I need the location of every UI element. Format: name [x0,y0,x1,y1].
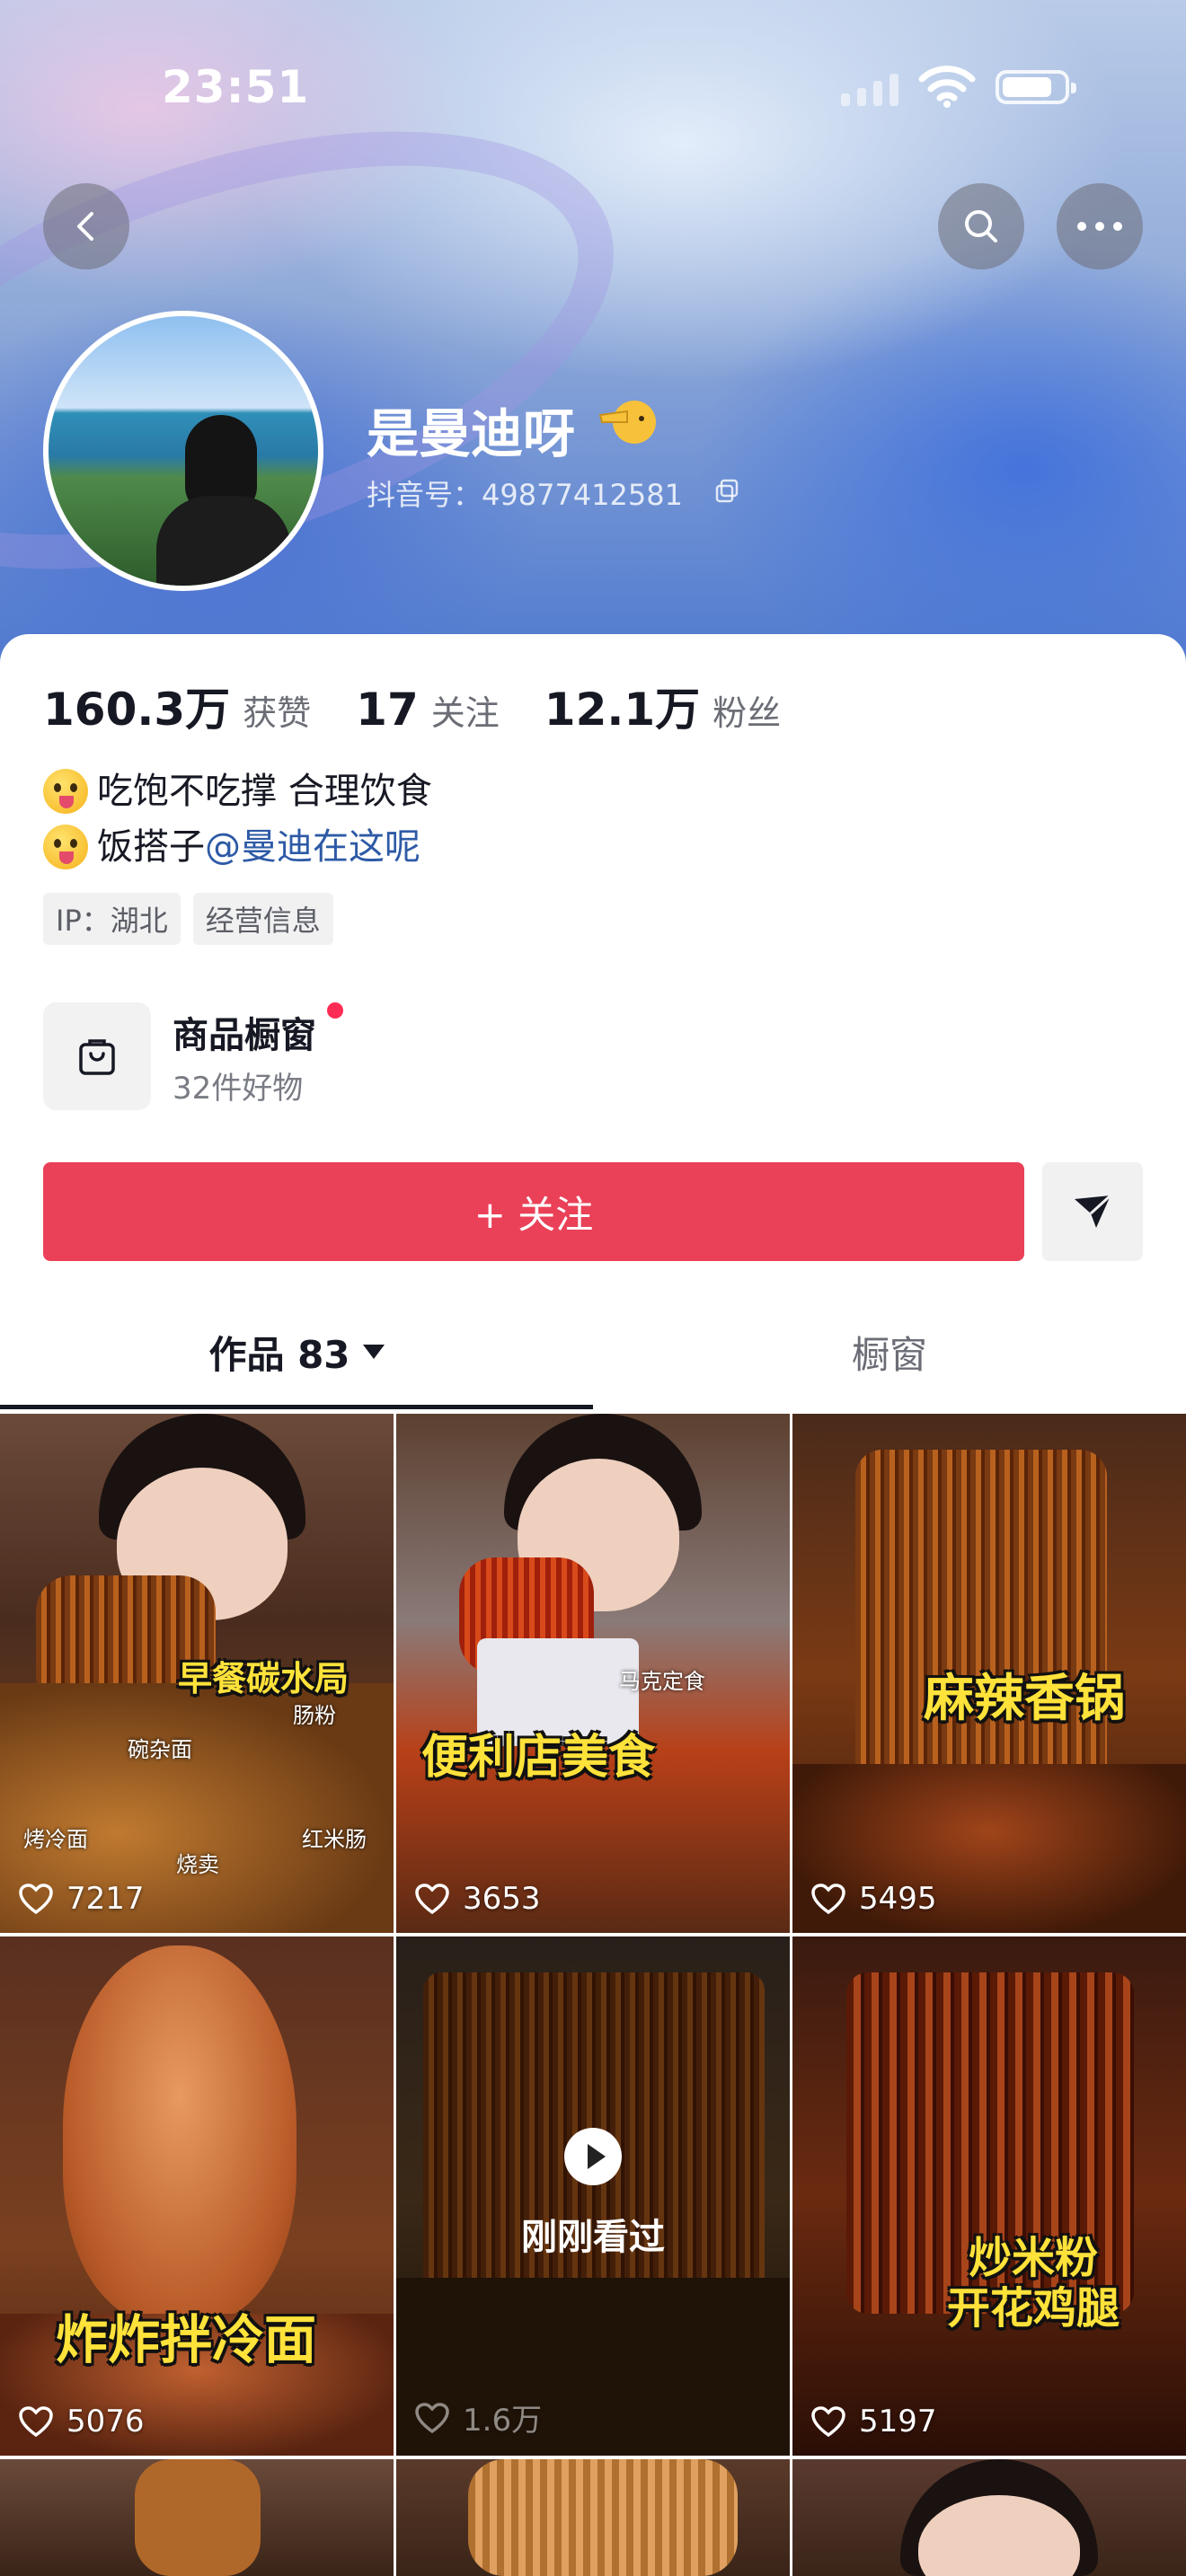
status-time: 23:51 [162,61,310,113]
douyin-id: 抖音号：49877412581 [367,478,683,512]
cellular-signal-icon [841,70,898,106]
followers-label[interactable]: 粉丝 [712,685,781,735]
video-likes: 5076 [18,2404,145,2439]
send-arrow-icon [1075,1194,1112,1228]
profile-tags: IP：湖北 经营信息 [43,893,333,945]
video-likes: 1.6万 [414,2395,542,2439]
video-caption: 麻辣香锅 [924,1670,1125,1728]
bio-line-1: 吃饱不吃撑 合理饮食 [97,771,432,812]
copy-icon[interactable] [713,478,740,505]
shop-title: 商品橱窗 [173,1015,316,1056]
video-label: 红米肠 [302,1827,367,1852]
caret-down-icon [362,1345,385,1359]
more-dots-icon [1077,222,1122,231]
share-button[interactable] [1042,1162,1143,1261]
video-thumbnail[interactable] [792,2459,1186,2576]
like-count: 5495 [859,1881,937,1917]
bio: 吃饱不吃撑 合理饮食 饭搭子 @曼迪在这呢 [43,763,432,875]
video-thumbnail[interactable]: 麻辣香锅 5495 [792,1414,1186,1933]
profile-tabs: 作品 83 橱窗 [0,1293,1186,1410]
video-label: 碗杂面 [128,1737,192,1762]
video-likes: 5495 [810,1881,937,1917]
more-options-button[interactable] [1057,183,1143,269]
follow-button[interactable]: + 关注 [43,1162,1024,1261]
video-label: 烧卖 [176,1852,219,1877]
video-thumbnail[interactable]: 便利店美食 马克定食 3653 [396,1414,790,1933]
shop-window-entry[interactable]: 商品橱窗 32件好物 [43,999,582,1110]
like-count: 7217 [66,1881,145,1917]
video-likes: 7217 [18,1881,145,1917]
profile-page: 23:51 是曼迪呀 抖音号：49877412581 160.3万 获赞 17 … [0,0,1186,2576]
search-button[interactable] [938,183,1024,269]
likes-count: 160.3万 [43,684,231,736]
avatar[interactable] [43,311,323,591]
video-caption: 炸炸拌冷面 [56,2309,317,2370]
pointing-emoji-icon [598,401,656,444]
like-count: 3653 [463,1881,541,1917]
active-tab-indicator [0,1405,593,1409]
following-count[interactable]: 17 [356,684,419,736]
shopping-bag-icon [43,1002,151,1110]
heart-icon [811,2406,845,2438]
heart-icon [415,1883,449,1915]
chevron-left-icon [77,212,93,241]
like-count: 5076 [66,2404,145,2439]
heart-icon [19,2406,53,2438]
heart-icon [19,1883,53,1915]
video-label: 肠粉 [293,1703,336,1728]
like-count: 5197 [859,2404,937,2439]
recently-watched-label: 刚刚看过 [521,2217,665,2258]
tab-shop-window[interactable]: 橱窗 [593,1293,1186,1410]
back-button[interactable] [43,183,129,269]
silly-face-emoji-icon [43,769,88,814]
video-label: 烤冷面 [23,1827,88,1852]
following-label[interactable]: 关注 [431,685,500,735]
video-thumbnail[interactable] [396,2459,790,2576]
bio-line-2-prefix: 饭搭子 [97,826,205,868]
silly-face-emoji-icon [43,825,88,869]
video-thumbnail[interactable]: 炒米粉 开花鸡腿 5197 [792,1936,1186,2456]
video-caption: 便利店美食 [421,1731,656,1785]
profile-stats: 160.3万 获赞 17 关注 12.1万 粉丝 [43,674,826,737]
likes-label: 获赞 [243,693,312,733]
status-bar: 23:51 [0,54,1186,117]
business-info-tag[interactable]: 经营信息 [192,893,333,945]
heart-icon [811,1883,845,1915]
battery-icon [996,70,1076,104]
bio-mention-link[interactable]: @曼迪在这呢 [205,819,420,875]
follow-button-label: + 关注 [474,1192,594,1237]
video-label: 马克定食 [619,1669,705,1694]
tab-works-label: 作品 83 [208,1332,350,1377]
notification-dot [327,1002,343,1019]
wifi-icon [918,66,976,108]
video-grid: 早餐碳水局 碗杂面 肠粉 烤冷面 烧卖 红米肠 7217 便利店美食 马克定食 … [0,1414,1186,2576]
video-likes: 3653 [414,1881,541,1917]
video-likes: 5197 [810,2404,937,2439]
video-thumbnail[interactable]: 炸炸拌冷面 5076 [0,1936,394,2456]
heart-icon [415,2402,449,2433]
shop-subtitle: 32件好物 [173,1071,304,1107]
video-caption: 炒米粉 开花鸡腿 [947,2233,1120,2333]
tab-shop-label: 橱窗 [851,1332,927,1377]
play-icon [564,2128,622,2185]
video-thumbnail[interactable]: 早餐碳水局 碗杂面 肠粉 烤冷面 烧卖 红米肠 7217 [0,1414,394,1933]
followers-count[interactable]: 12.1万 [544,674,700,738]
ip-location-tag: IP：湖北 [43,893,181,945]
like-count: 1.6万 [463,2403,543,2439]
profile-name: 是曼迪呀 [367,403,576,464]
tab-works[interactable]: 作品 83 [0,1293,593,1410]
search-icon [965,210,997,243]
video-caption: 早餐碳水局 [178,1659,350,1698]
video-thumbnail[interactable]: 刚刚看过 1.6万 [396,1936,790,2456]
video-thumbnail[interactable] [0,2459,394,2576]
